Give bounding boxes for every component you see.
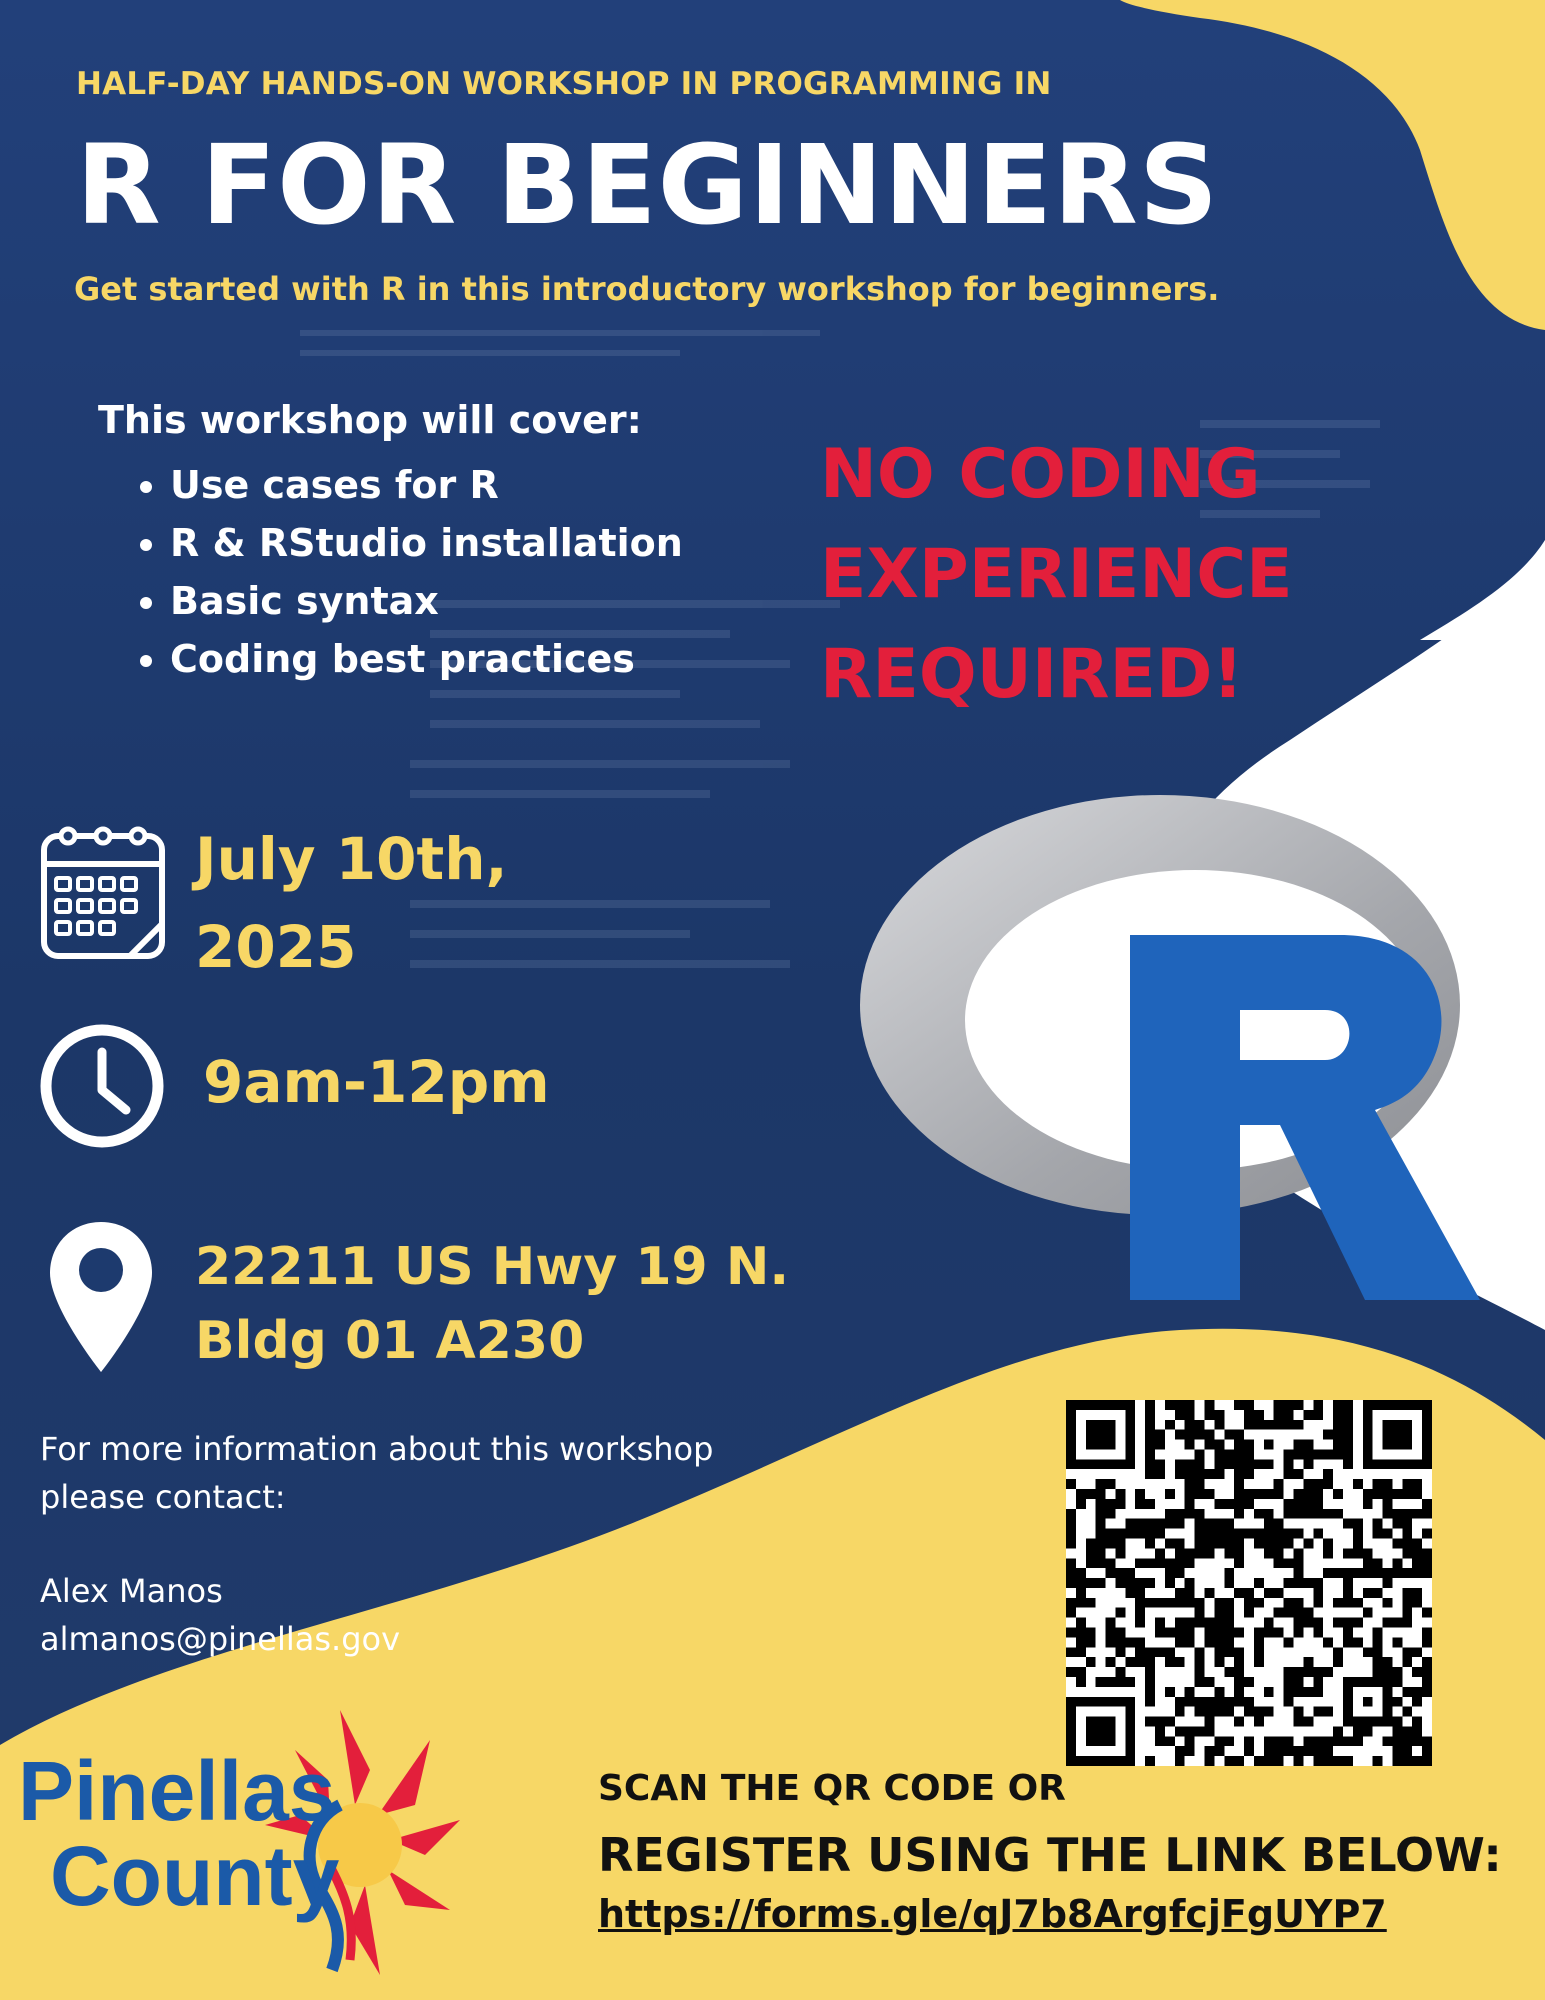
callout-line: REQUIRED! [820, 635, 1244, 714]
eyebrow-text: HALF-DAY HANDS-ON WORKSHOP IN PROGRAMMIN… [76, 66, 1052, 102]
flyer-page: HALF-DAY HANDS-ON WORKSHOP IN PROGRAMMIN… [0, 0, 1545, 2000]
cover-heading: This workshop will cover: [98, 398, 642, 442]
contact-line: please contact: [40, 1478, 286, 1516]
clock-icon [40, 1024, 164, 1148]
address-line: 22211 US Hwy 19 N. [195, 1237, 790, 1297]
callout-line: EXPERIENCE [820, 535, 1293, 614]
list-item: Use cases for R [170, 456, 683, 514]
callout-line: NO CODING [820, 435, 1261, 514]
list-item: Basic syntax [170, 572, 683, 630]
contact-name: Alex Manos [40, 1572, 223, 1610]
cover-list: Use cases for R R & RStudio installation… [130, 456, 683, 688]
address-line: Bldg 01 A230 [195, 1311, 585, 1371]
page-title: R FOR BEGINNERS [76, 121, 1220, 249]
calendar-icon [41, 826, 165, 959]
scan-instruction: SCAN THE QR CODE OR [598, 1768, 1066, 1809]
date-line: 2025 [195, 913, 357, 981]
registration-link[interactable]: https://forms.gle/qJ7b8ArgfcjFgUYP7 [598, 1892, 1387, 1936]
no-coding-callout: NO CODING EXPERIENCE REQUIRED! [820, 425, 1293, 725]
logo-line: Pinellas [18, 1744, 336, 1838]
register-instruction: REGISTER USING THE LINK BELOW: [598, 1828, 1502, 1882]
event-address: 22211 US Hwy 19 N. Bldg 01 A230 [195, 1230, 789, 1378]
qr-code[interactable] [1066, 1400, 1432, 1766]
contact-email[interactable]: almanos@pinellas.gov [40, 1615, 713, 1663]
event-date: July 10th, 2025 [195, 815, 508, 991]
list-item: Coding best practices [170, 630, 683, 688]
pinellas-county-logo: Pinellas County [18, 1710, 460, 1975]
location-pin-icon [50, 1222, 152, 1372]
subtitle-text: Get started with R in this introductory … [74, 270, 1220, 308]
event-time: 9am-12pm [203, 1048, 550, 1116]
contact-line: For more information about this workshop [40, 1430, 714, 1468]
list-item: R & RStudio installation [170, 514, 683, 572]
date-line: July 10th, [195, 825, 508, 893]
r-logo-icon [860, 795, 1480, 1300]
contact-block: For more information about this workshop… [40, 1425, 713, 1663]
logo-line: County [50, 1829, 340, 1923]
